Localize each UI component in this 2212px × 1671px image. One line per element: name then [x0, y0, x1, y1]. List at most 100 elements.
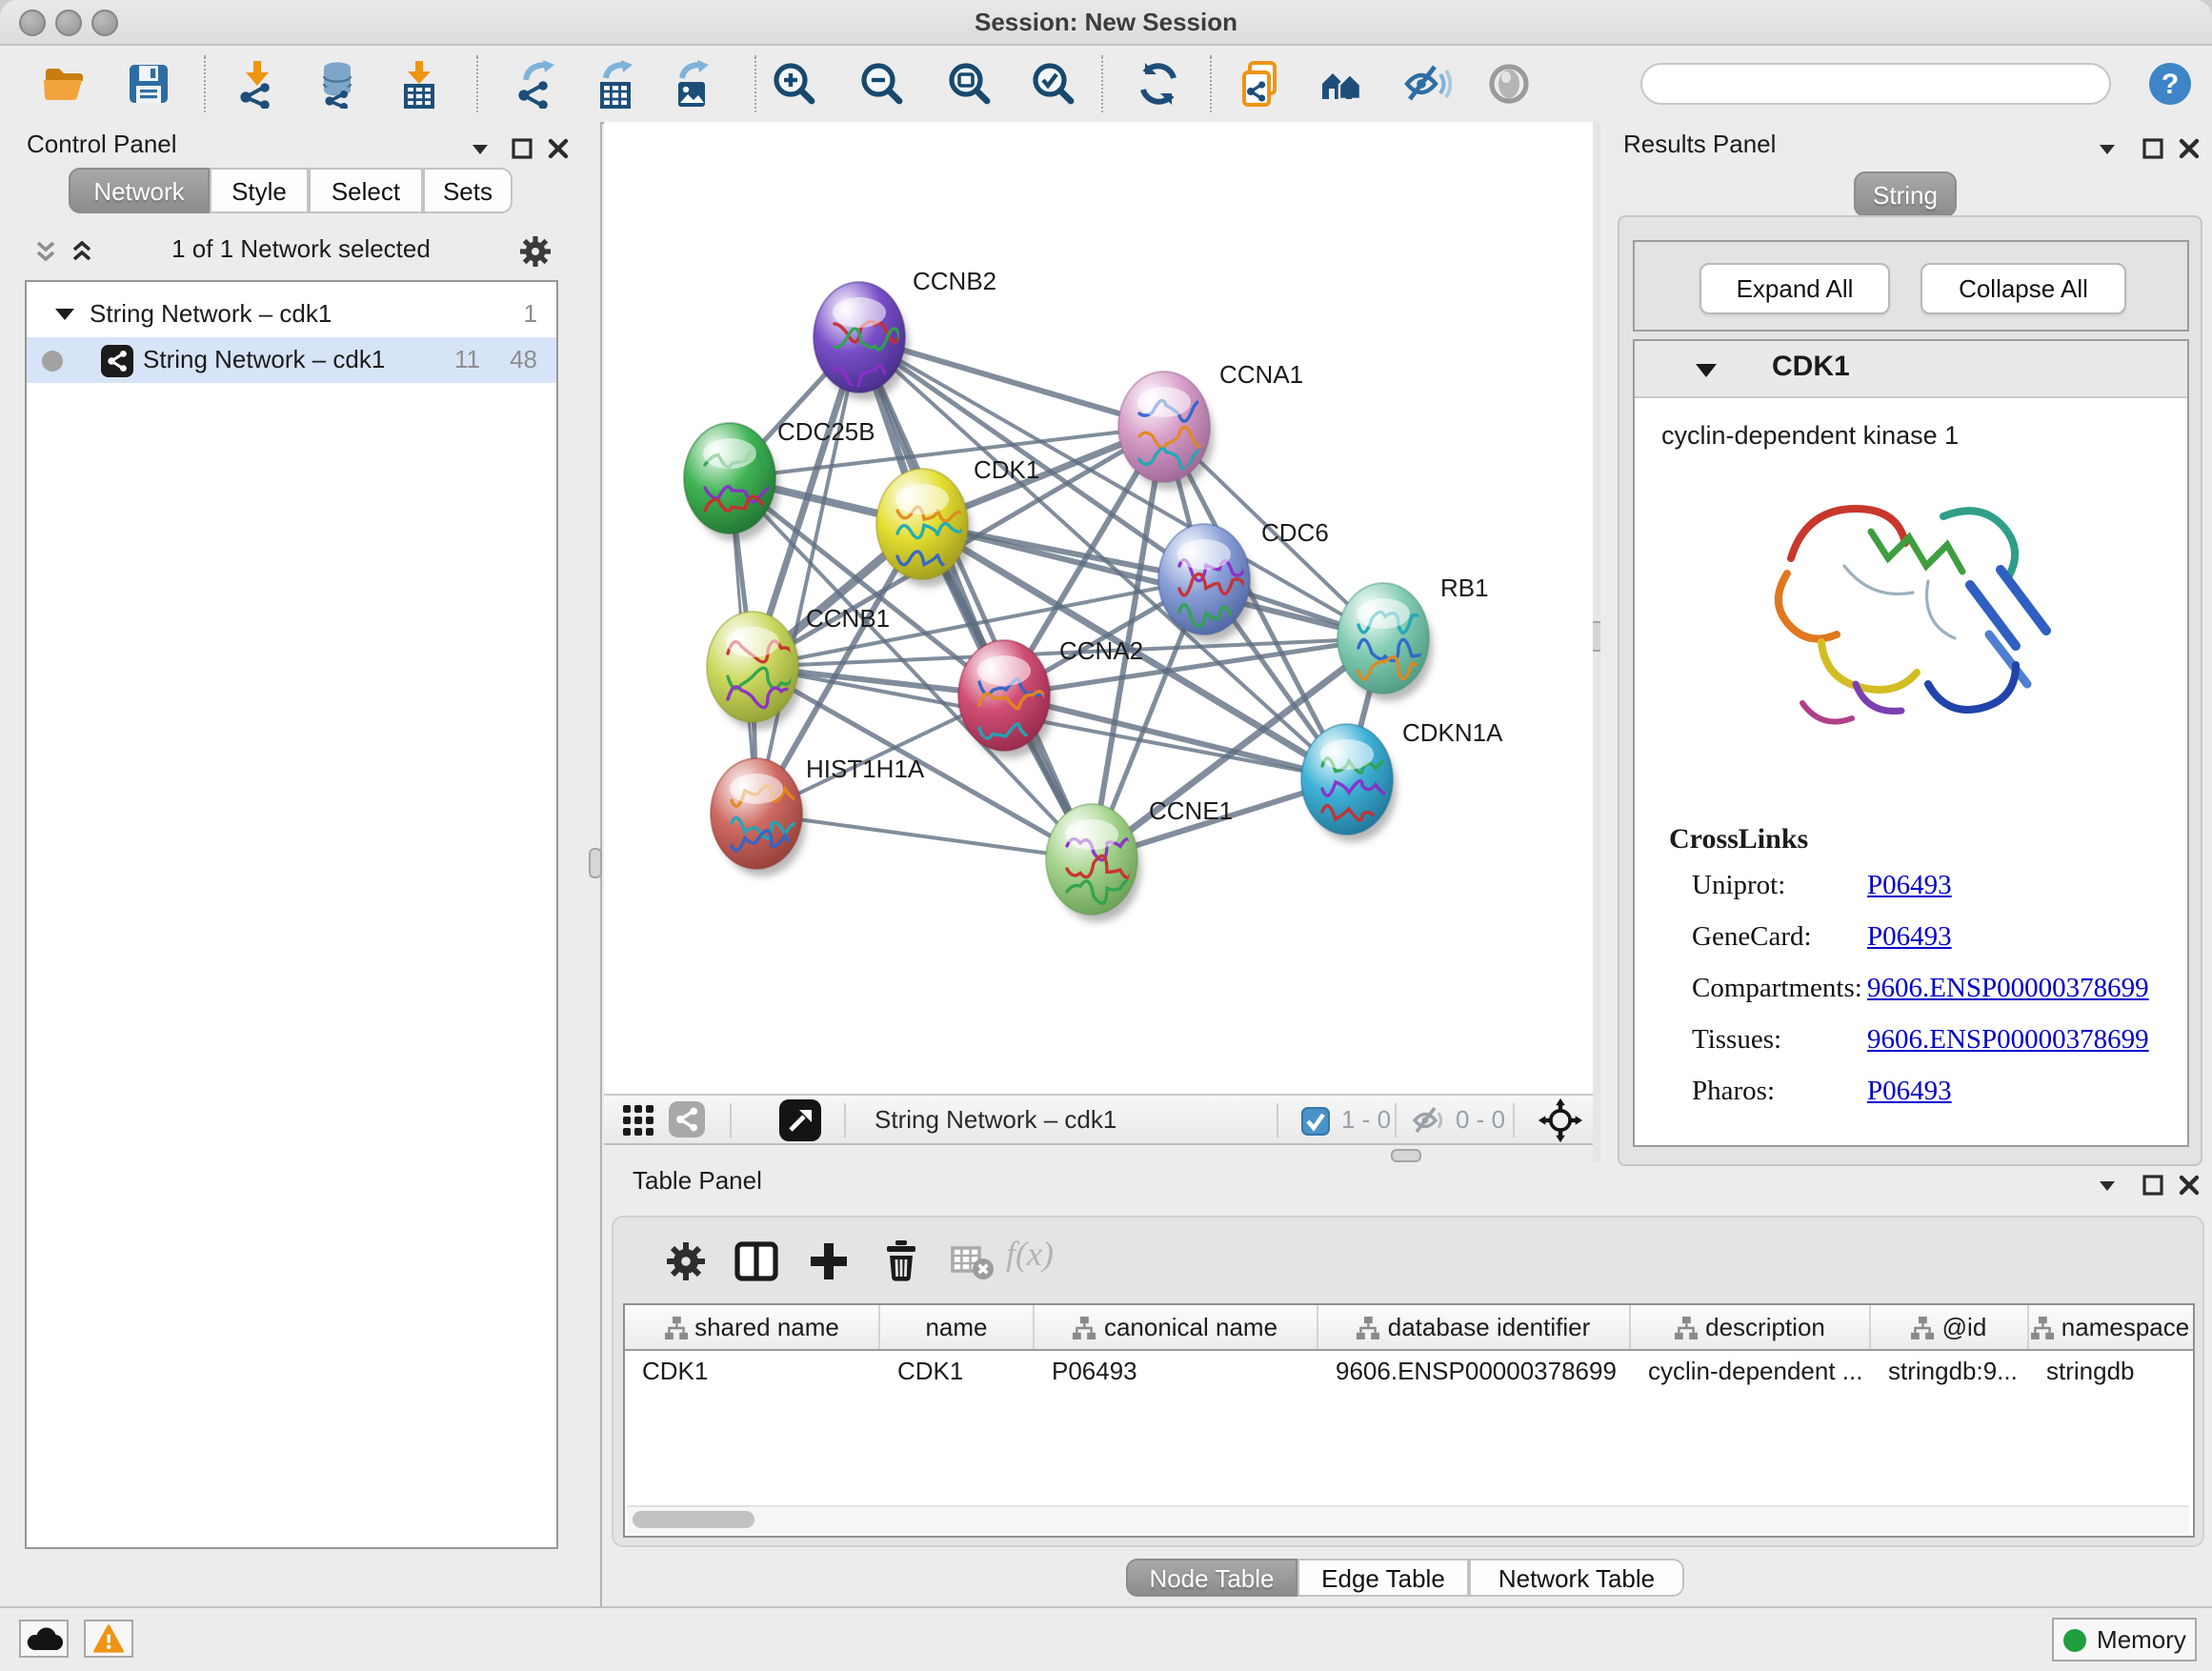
delete-table-button[interactable] [947, 1237, 996, 1286]
network-graph[interactable]: CCNB2CCNA1CDC25BCDK1CDC6RB1CCNB1CCNA2CDK… [604, 122, 1593, 1094]
network-node[interactable] [1118, 372, 1219, 490]
network-row-selected[interactable]: String Network – cdk1 11 48 [27, 337, 556, 383]
show-all-button[interactable] [1484, 59, 1534, 109]
tree-expand-icon[interactable] [55, 307, 74, 322]
panel-float-button[interactable] [2142, 137, 2164, 160]
first-neighbors-button[interactable] [1317, 59, 1366, 109]
table-options-gear-button[interactable] [661, 1237, 711, 1286]
column-header[interactable]: namespace [2029, 1305, 2191, 1349]
node-result-header[interactable]: CDK1 [1635, 341, 2187, 398]
network-node[interactable] [684, 423, 785, 541]
tab-sets[interactable]: Sets [423, 168, 513, 213]
help-icon: ? [2147, 61, 2193, 107]
table-cell[interactable]: cyclin-dependent ... [1631, 1351, 1871, 1393]
network-options-gear-button[interactable] [518, 234, 553, 269]
tab-network[interactable]: Network [69, 168, 210, 213]
apply-layout-button[interactable] [1134, 59, 1183, 109]
selected-checkbox-icon[interactable] [1301, 1107, 1330, 1136]
import-table-icon [394, 59, 444, 109]
panel-menu-button[interactable] [469, 137, 492, 160]
fit-content-button[interactable] [1538, 1097, 1583, 1143]
network-node[interactable] [1337, 583, 1438, 701]
zoom-fit-button[interactable] [945, 59, 995, 109]
export-network-button[interactable] [511, 59, 560, 109]
table-cell[interactable]: stringdb:9... [1871, 1351, 2029, 1393]
tab-style[interactable]: Style [210, 168, 309, 213]
column-header[interactable]: shared name [625, 1305, 880, 1349]
collapse-entry-icon[interactable] [1696, 362, 1717, 379]
horizontal-scrollbar[interactable] [627, 1505, 2189, 1534]
scrollbar-thumb[interactable] [633, 1511, 754, 1528]
crosslink-link[interactable]: P06493 [1867, 1077, 1952, 1109]
expand-all-button[interactable]: Expand All [1699, 263, 1890, 314]
crosslink-link[interactable]: P06493 [1867, 922, 1952, 955]
hide-selected-button[interactable] [1402, 59, 1452, 109]
show-column-selector-button[interactable] [732, 1237, 781, 1286]
crosslinks-title: CrossLinks [1669, 825, 1808, 857]
delete-column-button[interactable] [876, 1237, 926, 1286]
expand-collapse-box: Expand All Collapse All [1633, 240, 2189, 332]
search-input[interactable] [1640, 63, 2111, 105]
tab-network-table[interactable]: Network Table [1469, 1559, 1684, 1597]
import-network-button[interactable] [232, 59, 282, 109]
network-node[interactable] [1046, 804, 1147, 922]
table-cell[interactable]: stringdb [2029, 1351, 2191, 1393]
function-builder-button[interactable]: f(x) [1006, 1235, 1054, 1275]
panel-float-button[interactable] [511, 137, 533, 160]
zoom-in-button[interactable] [770, 59, 819, 109]
column-header[interactable]: database identifier [1318, 1305, 1631, 1349]
zoom-out-button[interactable] [857, 59, 907, 109]
network-edge[interactable] [756, 337, 859, 814]
panel-close-button[interactable] [2178, 137, 2201, 160]
network-node[interactable] [814, 282, 915, 400]
tab-string[interactable]: String [1854, 171, 1957, 217]
network-tree: String Network – cdk1 1 String Network –… [25, 280, 558, 1549]
tab-edge-table[interactable]: Edge Table [1297, 1559, 1469, 1597]
table-cell[interactable]: CDK1 [880, 1351, 1035, 1393]
column-header[interactable]: description [1631, 1305, 1871, 1349]
import-database-button[interactable] [314, 59, 364, 109]
network-canvas[interactable]: CCNB2CCNA1CDC25BCDK1CDC6RB1CCNB1CCNA2CDK… [604, 122, 1593, 1094]
column-header[interactable]: name [880, 1305, 1035, 1349]
export-image-button[interactable] [667, 59, 716, 109]
network-collection-row[interactable]: String Network – cdk1 1 [27, 292, 556, 337]
table-cell[interactable]: 9606.ENSP00000378699 [1318, 1351, 1631, 1393]
column-header[interactable]: @id [1871, 1305, 2029, 1349]
import-table-button[interactable] [394, 59, 444, 109]
tab-node-table[interactable]: Node Table [1126, 1559, 1297, 1597]
network-edge[interactable] [756, 814, 1092, 859]
zoom-selected-button[interactable] [1029, 59, 1078, 109]
table-row[interactable]: CDK1 CDK1 P06493 9606.ENSP00000378699 cy… [625, 1351, 2193, 1393]
open-session-button[interactable] [40, 59, 90, 109]
cloud-status-button[interactable] [19, 1620, 69, 1658]
help-button[interactable]: ? [2147, 61, 2193, 107]
column-header[interactable]: canonical name [1035, 1305, 1318, 1349]
panel-menu-button[interactable] [2096, 137, 2119, 160]
table-cell[interactable]: P06493 [1035, 1351, 1318, 1393]
memory-button[interactable]: Memory [2052, 1618, 2197, 1661]
grid-mode-button[interactable] [623, 1105, 654, 1136]
panel-close-button[interactable] [2178, 1174, 2201, 1197]
network-share-view-button[interactable] [669, 1101, 705, 1137]
network-node[interactable] [958, 640, 1059, 758]
tab-select[interactable]: Select [309, 168, 423, 213]
network-node[interactable] [1301, 724, 1402, 842]
birds-eye-view-button[interactable] [779, 1099, 821, 1141]
collapse-all-button[interactable]: Collapse All [1920, 263, 2126, 314]
panel-menu-button[interactable] [2096, 1174, 2119, 1197]
table-cell[interactable]: CDK1 [625, 1351, 880, 1393]
crosslink-link[interactable]: 9606.ENSP00000378699 [1867, 1025, 2149, 1057]
left-splitter-handle[interactable] [589, 848, 602, 878]
clone-network-button[interactable] [1237, 59, 1286, 109]
panel-close-button[interactable] [547, 137, 570, 160]
warning-status-button[interactable] [84, 1620, 133, 1658]
crosslink-link[interactable]: P06493 [1867, 871, 1952, 903]
toolbar-separator [730, 1103, 732, 1137]
create-column-button[interactable] [804, 1237, 854, 1286]
crosslink-link[interactable]: 9606.ENSP00000378699 [1867, 974, 2149, 1006]
network-node[interactable] [711, 758, 812, 876]
panel-float-button[interactable] [2142, 1174, 2164, 1197]
save-session-button[interactable] [124, 59, 173, 109]
node-label: CDKN1A [1402, 718, 1503, 747]
export-table-button[interactable] [591, 59, 640, 109]
